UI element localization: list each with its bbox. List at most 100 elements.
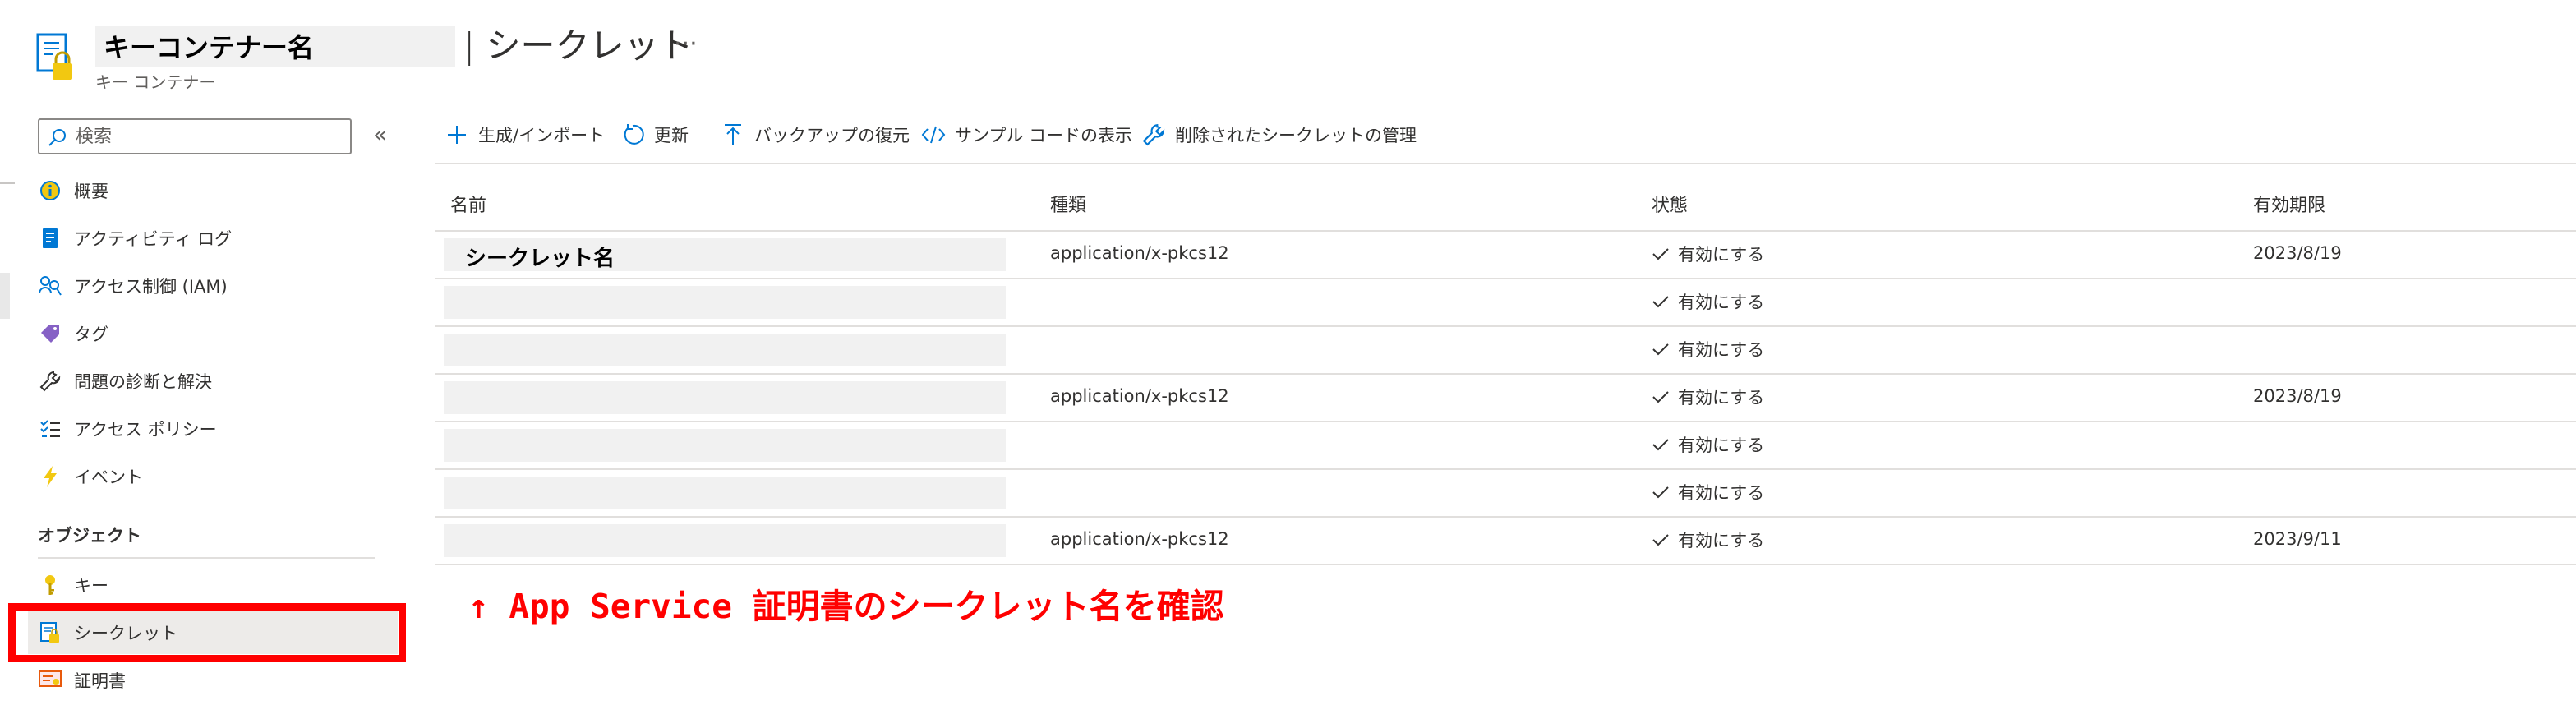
tag-icon (38, 321, 62, 346)
sidebar-section-objects: オブジェクト (38, 526, 141, 546)
sidebar-item-activity-log[interactable]: アクティビティ ログ (28, 217, 398, 260)
status-cell: 有効にする (1652, 432, 1764, 457)
status-cell: 有効にする (1652, 337, 1764, 362)
table-row[interactable]: 有効にする (435, 422, 2576, 470)
expiry-date: 2023/8/19 (2253, 386, 2342, 406)
table-row[interactable]: 有効にする (435, 470, 2576, 518)
sidebar-item-access-policy[interactable]: アクセス ポリシー (28, 408, 398, 450)
content-type: application/x-pkcs12 (1050, 529, 1229, 549)
view-sample-code-button[interactable]: サンプル コードの表示 (920, 117, 1132, 153)
refresh-icon (620, 122, 646, 148)
status-cell: 有効にする (1652, 385, 1764, 409)
secret-name-cell[interactable] (444, 286, 1006, 319)
content-type: application/x-pkcs12 (1050, 386, 1229, 406)
status-label: 有効にする (1678, 388, 1765, 408)
generate-import-button[interactable]: 生成/インポート (444, 117, 605, 153)
sidebar-item-certificates[interactable]: 証明書 (28, 659, 398, 702)
secrets-highlight-box (8, 603, 406, 662)
sidebar-search[interactable] (38, 118, 352, 154)
checkmark-icon (1652, 343, 1669, 356)
view-sample-code-label: サンプル コードの表示 (955, 126, 1133, 145)
status-cell: 有効にする (1652, 242, 1764, 266)
lightning-icon (38, 464, 62, 489)
restore-backup-button[interactable]: バックアップの復元 (720, 117, 910, 153)
search-input[interactable] (76, 122, 339, 151)
status-cell: 有効にする (1652, 480, 1764, 505)
status-label: 有効にする (1678, 435, 1765, 455)
checkmark-icon (1652, 439, 1669, 451)
resource-type-subtitle: キー コンテナー (95, 72, 216, 92)
status-label: 有効にする (1678, 340, 1765, 360)
checkmark-icon (1652, 391, 1669, 403)
sidebar-item-label: アクティビティ ログ (74, 229, 233, 249)
upload-arrow-icon (720, 122, 746, 148)
certificate-icon (38, 668, 62, 693)
sidebar-item-keys[interactable]: キー (28, 564, 398, 606)
sidebar-item-diagnose[interactable]: 問題の診断と解決 (28, 360, 398, 403)
sidebar-item-iam[interactable]: アクセス制御 (IAM) (28, 265, 398, 307)
sidebar-item-label: アクセス ポリシー (74, 420, 217, 440)
restore-backup-label: バックアップの復元 (754, 126, 910, 145)
collapse-sidebar-button[interactable]: « (373, 120, 387, 150)
sidebar-item-label: 問題の診断と解決 (74, 372, 212, 392)
edge-scroll-handle (0, 273, 10, 319)
checkmark-icon (1652, 248, 1669, 260)
access-policy-icon (38, 417, 62, 441)
secret-name-cell[interactable] (444, 477, 1006, 509)
status-label: 有効にする (1678, 245, 1765, 265)
generate-import-label: 生成/インポート (478, 126, 606, 145)
table-row[interactable]: application/x-pkcs12 有効にする 2023/8/19 (435, 375, 2576, 422)
toolbar-divider (435, 163, 2576, 164)
content-type: application/x-pkcs12 (1050, 243, 1229, 263)
status-cell: 有効にする (1652, 528, 1764, 552)
table-row[interactable]: application/x-pkcs12 有効にする 2023/9/11 (435, 518, 2576, 565)
table-header-row (435, 184, 2576, 232)
status-label: 有効にする (1678, 483, 1765, 503)
sidebar-item-label: 証明書 (74, 671, 126, 691)
resource-name: キーコンテナー名 (104, 32, 315, 63)
secret-name-cell[interactable] (444, 381, 1006, 414)
overview-icon (38, 178, 62, 203)
checkmark-icon (1652, 296, 1669, 308)
page-title: | シークレット (463, 25, 694, 66)
expiry-date: 2023/9/11 (2253, 529, 2342, 549)
refresh-button[interactable]: 更新 (620, 117, 689, 153)
sidebar-item-label: キー (74, 576, 108, 596)
sidebar-item-tags[interactable]: タグ (28, 312, 398, 355)
more-options-button[interactable]: ··· (674, 28, 698, 61)
key-icon (38, 573, 62, 597)
secret-name-cell[interactable]: シークレット名 (444, 238, 1006, 271)
table-row[interactable]: シークレット名 application/x-pkcs12 有効にする 2023/… (435, 232, 2576, 279)
table-row[interactable]: 有効にする (435, 327, 2576, 375)
secret-name[interactable]: シークレット名 (465, 242, 615, 272)
wrench-icon (1141, 122, 1167, 148)
table-row[interactable]: 有効にする (435, 279, 2576, 327)
sidebar-section-divider (38, 557, 375, 559)
wrench-icon (38, 369, 62, 394)
secret-name-cell[interactable] (444, 524, 1006, 557)
checkmark-icon (1652, 486, 1669, 499)
sidebar-item-label: アクセス制御 (IAM) (74, 277, 228, 297)
edge-divider (0, 182, 15, 184)
status-label: 有効にする (1678, 531, 1765, 551)
sidebar-item-overview[interactable]: 概要 (28, 169, 398, 212)
status-cell: 有効にする (1652, 289, 1764, 314)
code-icon (920, 122, 947, 148)
manage-deleted-secrets-button[interactable]: 削除されたシークレットの管理 (1141, 117, 1417, 153)
key-vault-icon (36, 33, 72, 80)
plus-icon (444, 122, 470, 148)
status-label: 有効にする (1678, 293, 1765, 312)
sidebar-item-label: 概要 (74, 182, 108, 201)
annotation-text: ↑ App Service 証明書のシークレット名を確認 (468, 587, 1224, 626)
sidebar-item-label: タグ (74, 325, 108, 344)
sidebar-item-events[interactable]: イベント (28, 455, 398, 498)
secret-name-cell[interactable] (444, 334, 1006, 366)
manage-deleted-label: 削除されたシークレットの管理 (1175, 126, 1417, 145)
refresh-label: 更新 (654, 126, 689, 145)
expiry-date: 2023/8/19 (2253, 243, 2342, 263)
checkmark-icon (1652, 534, 1669, 546)
secret-name-cell[interactable] (444, 429, 1006, 462)
sidebar-item-label: イベント (74, 468, 143, 487)
activity-log-icon (38, 226, 62, 251)
search-icon (48, 129, 66, 146)
